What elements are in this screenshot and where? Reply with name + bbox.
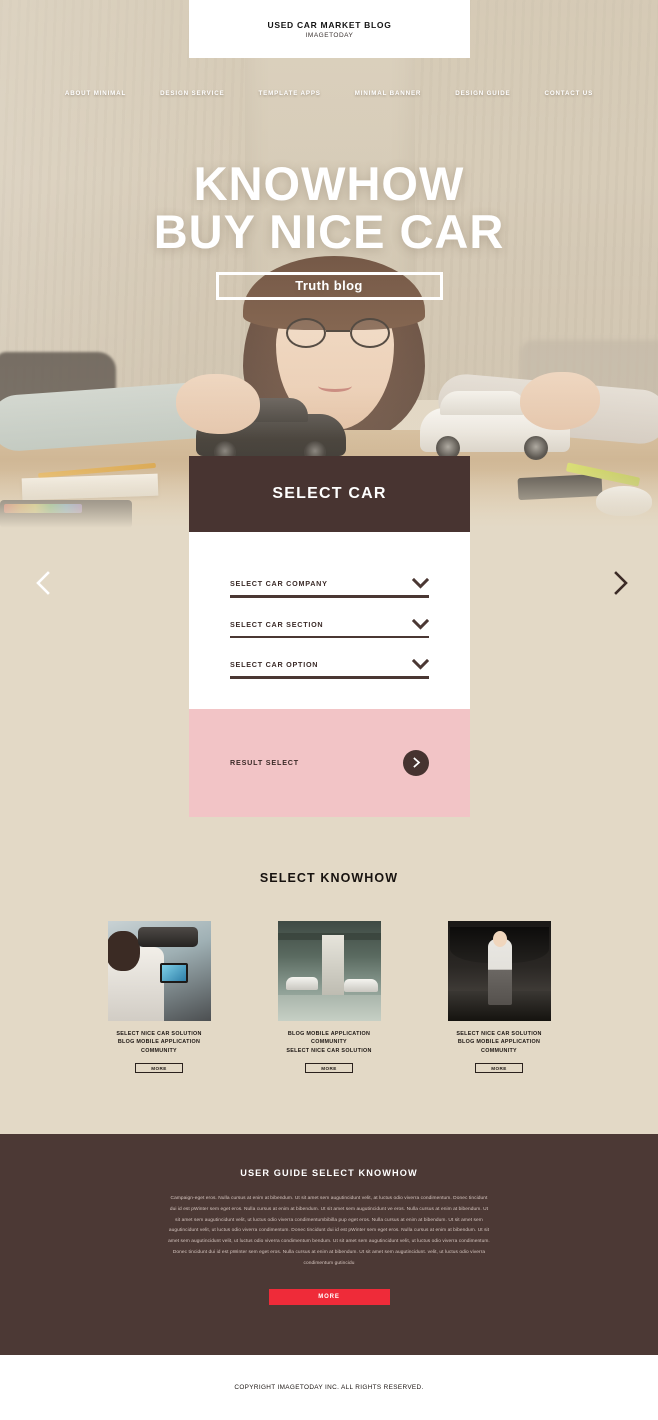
chevron-down-icon: [412, 618, 429, 630]
knowhow-card-3-caption-line2: BLOG MOBILE APPLICATION COMMUNITY: [457, 1039, 541, 1054]
carousel-next-button[interactable]: [604, 566, 638, 600]
knowhow-card-3[interactable]: SELECT NICE CAR SOLUTION BLOG MOBILE APP…: [447, 921, 551, 1074]
knowhow-card-3-caption-line1: SELECT NICE CAR SOLUTION: [456, 1031, 542, 1037]
nav-item-about-minimal[interactable]: ABOUT MINIMAL: [65, 90, 126, 97]
knowhow-card-1-caption-line1: SELECT NICE CAR SOLUTION: [116, 1031, 202, 1037]
user-guide-more-label: MORE: [318, 1294, 340, 1301]
carousel-prev-button[interactable]: [26, 566, 60, 600]
select-car-company-label: SELECT CAR COMPANY: [230, 579, 328, 588]
select-car-section-label: SELECT CAR SECTION: [230, 619, 324, 629]
knowhow-card-2[interactable]: BLOG MOBILE APPLICATION COMMUNITY SELECT…: [277, 921, 381, 1074]
chevron-left-icon: [26, 566, 60, 600]
user-guide-more-button[interactable]: MORE: [268, 1289, 390, 1306]
hero-heading-line2: BUY NICE CAR: [153, 204, 505, 258]
nav-item-contact-us[interactable]: CONTACT US: [545, 90, 594, 97]
hero-copy: KNOWHOW BUY NICE CAR Truth blog: [0, 160, 658, 300]
user-guide-title: USER GUIDE SELECT KNOWHOW: [240, 1168, 418, 1178]
woman-open-car-hood-photo: [447, 921, 551, 1021]
knowhow-card-1-more-label: MORE: [151, 1065, 167, 1071]
nav-item-minimal-banner[interactable]: MINIMAL BANNER: [355, 90, 421, 97]
nav-item-design-guide[interactable]: DESIGN GUIDE: [455, 90, 510, 97]
select-car-company-field[interactable]: SELECT CAR COMPANY: [230, 578, 429, 598]
nav-item-template-apps[interactable]: TEMPLATE APPS: [259, 90, 321, 97]
chevron-right-icon: [411, 757, 422, 768]
site-subtitle: IMAGETODAY: [305, 31, 354, 39]
select-car-company-underline: [230, 595, 429, 598]
knowhow-card-1[interactable]: SELECT NICE CAR SOLUTION BLOG MOBILE APP…: [107, 921, 211, 1074]
select-car-form: SELECT CAR COMPANY SELECT CAR SECTION SE…: [189, 532, 470, 709]
knowhow-card-2-more-button[interactable]: MORE: [305, 1063, 353, 1074]
select-car-section-field[interactable]: SELECT CAR SECTION: [230, 618, 429, 639]
knowhow-card-list: SELECT NICE CAR SOLUTION BLOG MOBILE APP…: [0, 921, 658, 1074]
site-title: USED CAR MARKET BLOG: [267, 19, 392, 30]
knowhow-section: SELECT KNOWHOW SELECT NICE CAR SOLUTION …: [0, 846, 658, 1134]
result-select-bar: RESULT SELECT: [189, 708, 470, 817]
select-car-header: SELECT CAR: [189, 456, 470, 532]
site-logo-bar: USED CAR MARKET BLOG IMAGETODAY: [189, 0, 470, 58]
user-guide-body: Campaign-eget eros. Nulla cursus at enim…: [168, 1196, 490, 1266]
select-car-option-underline: [230, 676, 429, 679]
copyright-text: COPYRIGHT IMAGETODAY INC. ALL RIGHTS RES…: [234, 1384, 424, 1391]
footer-copyright-bar: COPYRIGHT IMAGETODAY INC. ALL RIGHTS RES…: [0, 1355, 658, 1420]
select-car-section-underline: [230, 635, 429, 639]
knowhow-card-2-more-label: MORE: [321, 1065, 337, 1071]
parking-garage-photo: [277, 921, 381, 1021]
select-car-card: SELECT CAR SELECT CAR COMPANY SELECT CAR…: [189, 456, 470, 817]
knowhow-card-3-more-label: MORE: [491, 1065, 507, 1071]
chevron-down-icon: [412, 578, 429, 589]
select-car-option-label: SELECT CAR OPTION: [230, 660, 319, 670]
hero-heading-line1: KNOWHOW: [193, 157, 465, 210]
nav-item-design-service[interactable]: DESIGN SERVICE: [160, 90, 224, 97]
knowhow-title: SELECT KNOWHOW: [259, 871, 399, 885]
main-navigation: ABOUT MINIMAL DESIGN SERVICE TEMPLATE AP…: [0, 90, 658, 97]
knowhow-card-1-caption: SELECT NICE CAR SOLUTION BLOG MOBILE APP…: [108, 1030, 211, 1055]
select-car-title: SELECT CAR: [272, 485, 387, 502]
hero-badge[interactable]: Truth blog: [215, 271, 443, 300]
chevron-right-icon: [604, 566, 638, 600]
result-select-submit-button[interactable]: [403, 749, 429, 776]
knowhow-card-2-caption-line2: SELECT NICE CAR SOLUTION: [286, 1047, 372, 1054]
result-select-label: RESULT SELECT: [230, 758, 299, 768]
driver-using-navigation-photo: [107, 921, 211, 1021]
hero-badge-label: Truth blog: [295, 278, 363, 294]
knowhow-card-1-caption-line2: BLOG MOBILE APPLICATION COMMUNITY: [117, 1039, 201, 1054]
knowhow-card-3-caption: SELECT NICE CAR SOLUTION BLOG MOBILE APP…: [448, 1030, 551, 1055]
knowhow-card-2-caption-line1: BLOG MOBILE APPLICATION COMMUNITY: [287, 1031, 371, 1046]
user-guide-section: USER GUIDE SELECT KNOWHOW Campaign-eget …: [0, 1134, 658, 1355]
select-car-option-field[interactable]: SELECT CAR OPTION: [230, 659, 429, 679]
knowhow-card-2-caption: BLOG MOBILE APPLICATION COMMUNITY SELECT…: [278, 1030, 381, 1055]
page-root: USED CAR MARKET BLOG IMAGETODAY ABOUT MI…: [0, 0, 658, 1420]
knowhow-card-1-more-button[interactable]: MORE: [135, 1063, 183, 1074]
chevron-down-icon: [412, 659, 429, 670]
knowhow-card-3-more-button[interactable]: MORE: [475, 1063, 523, 1074]
